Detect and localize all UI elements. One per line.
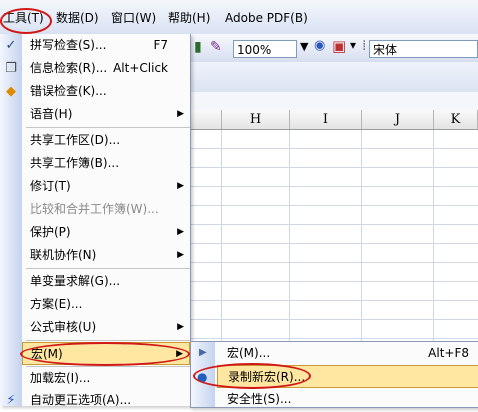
- font-select[interactable]: 宋体: [369, 40, 478, 58]
- run-macro-icon: ▶: [199, 347, 207, 358]
- menu-separator: [26, 127, 190, 128]
- submenu-item-record-new-macro[interactable]: 录制新宏(R)...: [217, 365, 478, 388]
- menu-item-label: 方案(E)...: [30, 297, 83, 311]
- menu-item-compare-merge: 比较和合并工作簿(W)...: [22, 198, 190, 221]
- menu-item-error-check[interactable]: 错误检查(K)...: [22, 80, 190, 103]
- menu-item-label: 加载宏(I)...: [30, 371, 91, 385]
- submenu-arrow-icon: ▶: [177, 181, 184, 191]
- menu-item-label: 单变量求解(G)...: [30, 274, 121, 288]
- zoom-dropdown-arrow-icon[interactable]: ▼: [300, 40, 308, 53]
- toolbar-bottom-strip: [190, 92, 478, 111]
- menu-item-goal-seek[interactable]: 单变量求解(G)...: [22, 270, 190, 293]
- research-pane-icon[interactable]: ▣: [332, 37, 346, 55]
- column-header-blank[interactable]: [190, 110, 222, 129]
- chart-wizard-icon[interactable]: ▮: [194, 39, 202, 55]
- menu-tools[interactable]: 工具(T): [3, 9, 44, 27]
- menu-window[interactable]: 窗口(W): [111, 9, 156, 27]
- toolbar-options-icon[interactable]: ▾: [350, 38, 356, 52]
- submenu-arrow-icon: ▶: [176, 349, 183, 359]
- menu-item-label: 自动更正选项(A)...: [30, 393, 132, 407]
- menu-item-spell-check[interactable]: 拼写检查(S)... F7: [22, 34, 190, 57]
- column-headers: H I J K: [190, 110, 478, 130]
- menu-item-research[interactable]: 信息检索(R)... Alt+Click: [22, 57, 190, 80]
- menu-item-shortcut: Alt+Click: [113, 61, 168, 75]
- menu-item-formula-auditing[interactable]: 公式审核(U) ▶: [22, 316, 190, 339]
- submenu-arrow-icon: ▶: [177, 322, 184, 332]
- tools-dropdown-menu: ✓ 拼写检查(S)... F7 ❐ 信息检索(R)... Alt+Click ◆…: [0, 34, 191, 408]
- column-header-i[interactable]: I: [290, 110, 362, 129]
- menu-item-shortcut: F7: [153, 38, 168, 52]
- column-header-j[interactable]: J: [362, 110, 434, 129]
- menu-item-label: 比较和合并工作簿(W)...: [30, 202, 159, 216]
- menu-item-label: 错误检查(K)...: [30, 84, 107, 98]
- autocorrect-icon: ⚡: [6, 393, 16, 408]
- submenu-arrow-icon: ▶: [177, 227, 184, 237]
- menu-item-macro[interactable]: 宏(M) ▶: [22, 342, 190, 365]
- menu-item-label: 拼写检查(S)...: [30, 38, 107, 52]
- menu-item-speech[interactable]: 语音(H) ▶: [22, 103, 190, 126]
- menu-item-shared-workspace[interactable]: 共享工作区(D)...: [22, 129, 190, 152]
- menu-item-label: 修订(T): [30, 179, 71, 193]
- research-icon: ❐: [5, 61, 17, 76]
- macro-submenu: ▶ 宏(M)... Alt+F8 ● 录制新宏(R)... 安全性(S)...: [190, 341, 478, 408]
- submenu-item-shortcut: Alt+F8: [428, 346, 469, 360]
- menu-help[interactable]: 帮助(H): [168, 9, 210, 27]
- menu-item-track-changes[interactable]: 修订(T) ▶: [22, 175, 190, 198]
- drawing-icon[interactable]: ✎: [210, 39, 222, 55]
- submenu-item-security[interactable]: 安全性(S)...: [217, 388, 478, 411]
- error-check-icon: ◆: [6, 84, 16, 99]
- menu-item-label: 信息检索(R)...: [30, 61, 108, 75]
- record-macro-icon: ●: [197, 370, 208, 384]
- menu-item-share-workbook[interactable]: 共享工作簿(B)...: [22, 152, 190, 175]
- menu-separator: [26, 340, 190, 341]
- column-header-k[interactable]: K: [434, 110, 478, 129]
- menu-separator: [26, 268, 190, 269]
- submenu-item-label: 安全性(S)...: [227, 392, 292, 406]
- formula-toolbar-area: [190, 62, 478, 92]
- menu-item-label: 保护(P): [30, 225, 71, 239]
- submenu-arrow-icon: ▶: [177, 109, 184, 119]
- column-header-h[interactable]: H: [222, 110, 290, 129]
- zoom-select[interactable]: 100%: [233, 40, 297, 58]
- menu-item-label: 宏(M): [31, 347, 63, 361]
- toolbar-gripper-icon: ⁞: [362, 38, 367, 54]
- menu-item-label: 联机协作(N): [30, 248, 97, 262]
- menu-item-label: 语音(H): [30, 107, 73, 121]
- menu-item-label: 共享工作簿(B)...: [30, 156, 120, 170]
- menu-data[interactable]: 数据(D): [56, 9, 99, 27]
- menu-adobe-pdf[interactable]: Adobe PDF(B): [225, 9, 308, 27]
- menu-item-online-collaboration[interactable]: 联机协作(N) ▶: [22, 244, 190, 267]
- submenu-item-macros[interactable]: 宏(M)... Alt+F8: [217, 342, 478, 365]
- menu-item-add-ins[interactable]: 加载宏(I)...: [22, 367, 190, 390]
- menu-item-protection[interactable]: 保护(P) ▶: [22, 221, 190, 244]
- submenu-arrow-icon: ▶: [177, 250, 184, 260]
- menu-bar: 工具(T) 数据(D) 窗口(W) 帮助(H) Adobe PDF(B): [0, 0, 478, 35]
- help-icon[interactable]: ◉: [314, 38, 325, 53]
- spell-check-icon: ✓: [5, 38, 17, 53]
- menu-item-scenarios[interactable]: 方案(E)...: [22, 293, 190, 316]
- menu-item-autocorrect[interactable]: 自动更正选项(A)...: [22, 389, 190, 412]
- menu-item-label: 公式审核(U): [30, 320, 97, 334]
- menu-item-label: 共享工作区(D)...: [30, 133, 121, 147]
- submenu-item-label: 录制新宏(R)...: [228, 370, 306, 384]
- submenu-item-label: 宏(M)...: [227, 346, 271, 360]
